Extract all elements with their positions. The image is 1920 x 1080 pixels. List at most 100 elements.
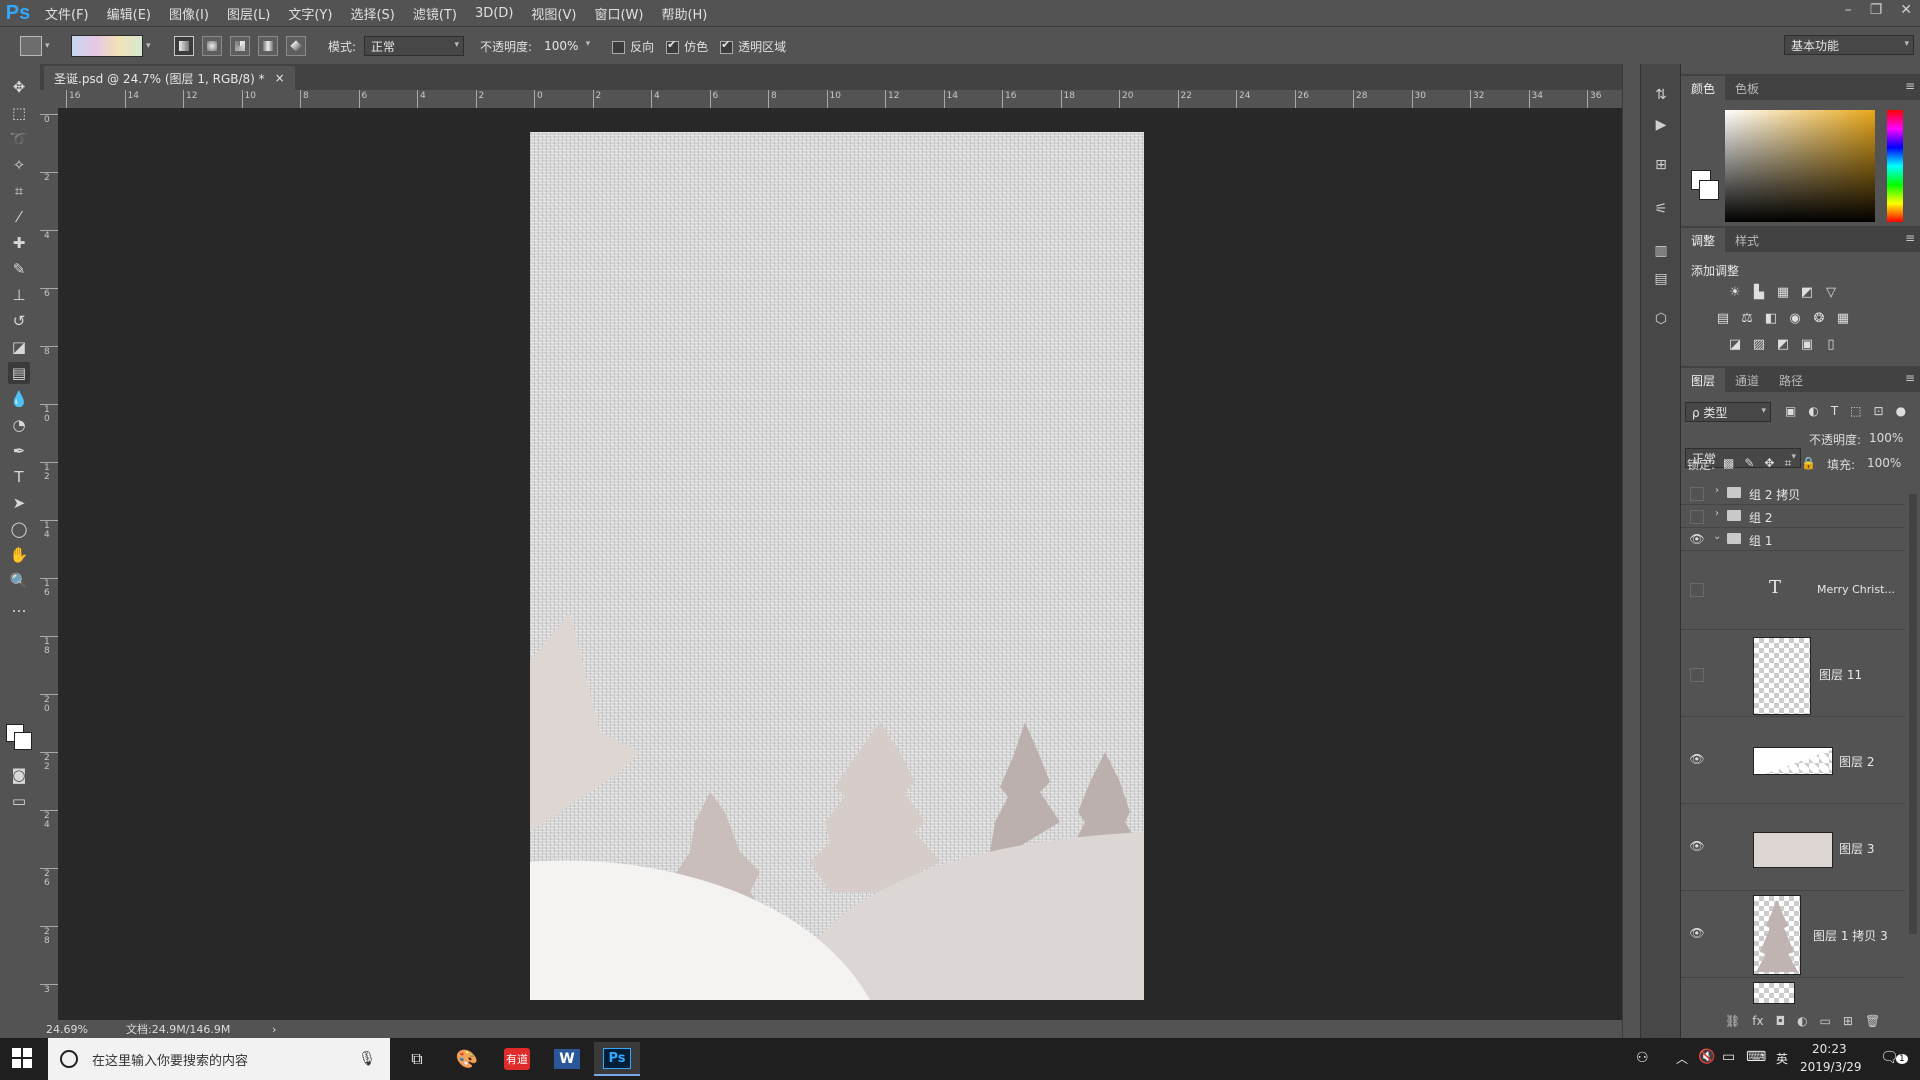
brightness-contrast-icon[interactable]: ☀ [1727, 284, 1743, 300]
lock-position-icon[interactable]: ✥ [1764, 456, 1774, 471]
angle-gradient-button[interactable] [230, 36, 250, 56]
add-mask-icon[interactable]: ◘ [1776, 1014, 1786, 1028]
color-balance-icon[interactable]: ⚖ [1739, 310, 1755, 326]
panel-menu-icon[interactable]: ≡ [1905, 371, 1915, 385]
properties-panel-icon[interactable]: ▥ [1650, 240, 1672, 262]
gradient-map-icon[interactable]: ▯ [1823, 336, 1839, 352]
character-panel-icon[interactable]: ⊞ [1650, 154, 1672, 176]
expand-chevron-icon[interactable]: › [1715, 485, 1719, 496]
layers-scrollbar[interactable] [1909, 494, 1917, 934]
3d-panel-icon[interactable]: ⬡ [1650, 308, 1672, 330]
task-view-icon[interactable]: ⧉ [394, 1042, 440, 1076]
move-tool-icon[interactable]: ✥ [8, 76, 30, 98]
people-icon[interactable]: ⚇ [1636, 1050, 1649, 1066]
tab-styles[interactable]: 样式 [1725, 228, 1769, 252]
lock-all-icon[interactable]: 🔒 [1801, 456, 1816, 471]
linear-gradient-button[interactable] [174, 36, 194, 56]
channel-mixer-icon[interactable]: ❂ [1811, 310, 1827, 326]
menu-filter[interactable]: 滤镜(T) [404, 4, 466, 23]
tab-adjustments[interactable]: 调整 [1681, 228, 1726, 252]
microphone-icon[interactable]: 🎙 [358, 1051, 376, 1067]
actions-panel-icon[interactable]: ▶ [1650, 114, 1672, 136]
reverse-checkbox[interactable]: 反向 [612, 38, 654, 55]
black-white-icon[interactable]: ◧ [1763, 310, 1779, 326]
pen-tool-icon[interactable]: ✒ [8, 440, 30, 462]
eyedropper-tool-icon[interactable]: ⁄ [8, 206, 30, 228]
collapse-chevron-icon[interactable]: ⌄ [1713, 531, 1721, 542]
layer-row-group-1[interactable]: 👁 ⌄ 组 1 [1681, 528, 1905, 551]
panel-menu-icon[interactable]: ≡ [1905, 231, 1915, 245]
reflected-gradient-button[interactable] [258, 36, 278, 56]
document-tab[interactable]: 圣诞.psd @ 24.7% (图层 1, RGB/8) * × [44, 66, 295, 90]
type-tool-icon[interactable]: T [8, 466, 30, 488]
radial-gradient-button[interactable] [202, 36, 222, 56]
close-tab-icon[interactable]: × [275, 71, 285, 85]
color-spectrum-field[interactable] [1725, 110, 1875, 222]
marquee-tool-icon[interactable]: ⬚ [8, 102, 30, 124]
workspace-select[interactable]: 基本功能 ▾ [1784, 35, 1914, 55]
photoshop-app-icon[interactable]: Ps [594, 1042, 640, 1076]
diamond-gradient-button[interactable] [286, 36, 306, 56]
background-color-swatch[interactable] [14, 732, 32, 750]
more-tools-icon[interactable]: … [8, 596, 30, 618]
dither-checkbox[interactable]: 仿色 [666, 38, 708, 55]
youdao-app-icon[interactable]: 有道 [494, 1042, 540, 1076]
layer-row-layer-11[interactable]: 图层 11 [1681, 630, 1905, 717]
close-icon[interactable]: ✕ [1900, 2, 1912, 18]
battery-icon[interactable]: ▭ [1722, 1049, 1735, 1065]
new-adjustment-icon[interactable]: ◐ [1797, 1014, 1807, 1028]
new-layer-icon[interactable]: ⊞ [1843, 1014, 1853, 1028]
levels-icon[interactable]: ▙ [1751, 284, 1767, 300]
minimize-icon[interactable]: – [1845, 2, 1852, 18]
tab-swatches[interactable]: 色板 [1725, 76, 1769, 100]
fx-icon[interactable]: fx [1752, 1014, 1763, 1028]
opacity-input[interactable]: 100% ▾ [538, 36, 595, 56]
path-selection-tool-icon[interactable]: ➤ [8, 492, 30, 514]
menu-select[interactable]: 选择(S) [341, 4, 403, 23]
history-panel-icon[interactable]: ⇅ [1650, 84, 1672, 106]
eraser-tool-icon[interactable]: ◪ [8, 336, 30, 358]
restore-icon[interactable]: ❐ [1870, 2, 1883, 18]
layer-filter-select[interactable]: ρ 类型 ▾ [1685, 402, 1771, 422]
document-canvas[interactable] [530, 132, 1144, 1000]
fill-value[interactable]: 100% [1867, 456, 1901, 470]
chevron-down-icon[interactable]: ▾ [146, 41, 156, 51]
menu-layer[interactable]: 图层(L) [218, 4, 279, 23]
layer-opacity-value[interactable]: 100% [1869, 431, 1903, 445]
vibrance-icon[interactable]: ▽ [1823, 284, 1839, 300]
gradient-preview[interactable] [71, 35, 143, 57]
lock-image-icon[interactable]: ✎ [1744, 456, 1754, 471]
layer-row-layer-1-copy-3[interactable]: 👁 图层 1 拷贝 3 [1681, 891, 1905, 978]
status-menu-icon[interactable]: › [272, 1023, 276, 1036]
ruler-top[interactable]: 16 14 12 10 8 6 4 2 0 2 4 6 8 10 12 14 16 18 20 22 24 26 28 30 3… [58, 90, 1622, 109]
clock-time[interactable]: 20:23 [1812, 1042, 1847, 1056]
color-panel-background-swatch[interactable] [1699, 180, 1719, 200]
tool-preset-picker[interactable] [20, 36, 42, 56]
paint-app-icon[interactable]: 🎨 [444, 1042, 490, 1076]
filter-smart-object-icon[interactable]: ⊡ [1874, 404, 1884, 418]
menu-file[interactable]: 文件(F) [36, 4, 98, 23]
lock-artboard-icon[interactable]: ⌗ [1784, 456, 1791, 471]
expand-chevron-icon[interactable]: › [1715, 508, 1719, 519]
posterize-icon[interactable]: ▨ [1751, 336, 1767, 352]
input-method-indicator[interactable]: 英 [1776, 1050, 1788, 1067]
lasso-tool-icon[interactable]: ➰ [8, 128, 30, 150]
visibility-toggle[interactable] [1690, 487, 1704, 501]
gradient-tool-icon[interactable]: ▤ [8, 362, 30, 384]
visibility-toggle[interactable] [1690, 668, 1704, 682]
hue-saturation-icon[interactable]: ▤ [1715, 310, 1731, 326]
new-group-icon[interactable]: ▭ [1820, 1014, 1831, 1028]
eye-icon[interactable]: 👁 [1689, 531, 1705, 547]
show-hidden-icons[interactable]: ︿ [1676, 1050, 1688, 1067]
clone-stamp-tool-icon[interactable]: ⊥ [8, 284, 30, 306]
selective-color-icon[interactable]: ▣ [1799, 336, 1815, 352]
layer-row-group-2[interactable]: › 组 2 [1681, 505, 1905, 528]
menu-3d[interactable]: 3D(D) [466, 6, 522, 21]
link-layers-icon[interactable]: ⛓ [1725, 1014, 1740, 1028]
curves-icon[interactable]: ▦ [1775, 284, 1791, 300]
layer-row-layer-2[interactable]: 👁 图层 2 [1681, 717, 1905, 804]
ruler-left[interactable]: 0 2 4 6 8 10 12 14 16 18 20 22 24 26 28 3 [40, 108, 59, 1020]
menu-image[interactable]: 图像(I) [160, 4, 218, 23]
tab-channels[interactable]: 通道 [1725, 368, 1769, 392]
history-brush-tool-icon[interactable]: ↺ [8, 310, 30, 332]
